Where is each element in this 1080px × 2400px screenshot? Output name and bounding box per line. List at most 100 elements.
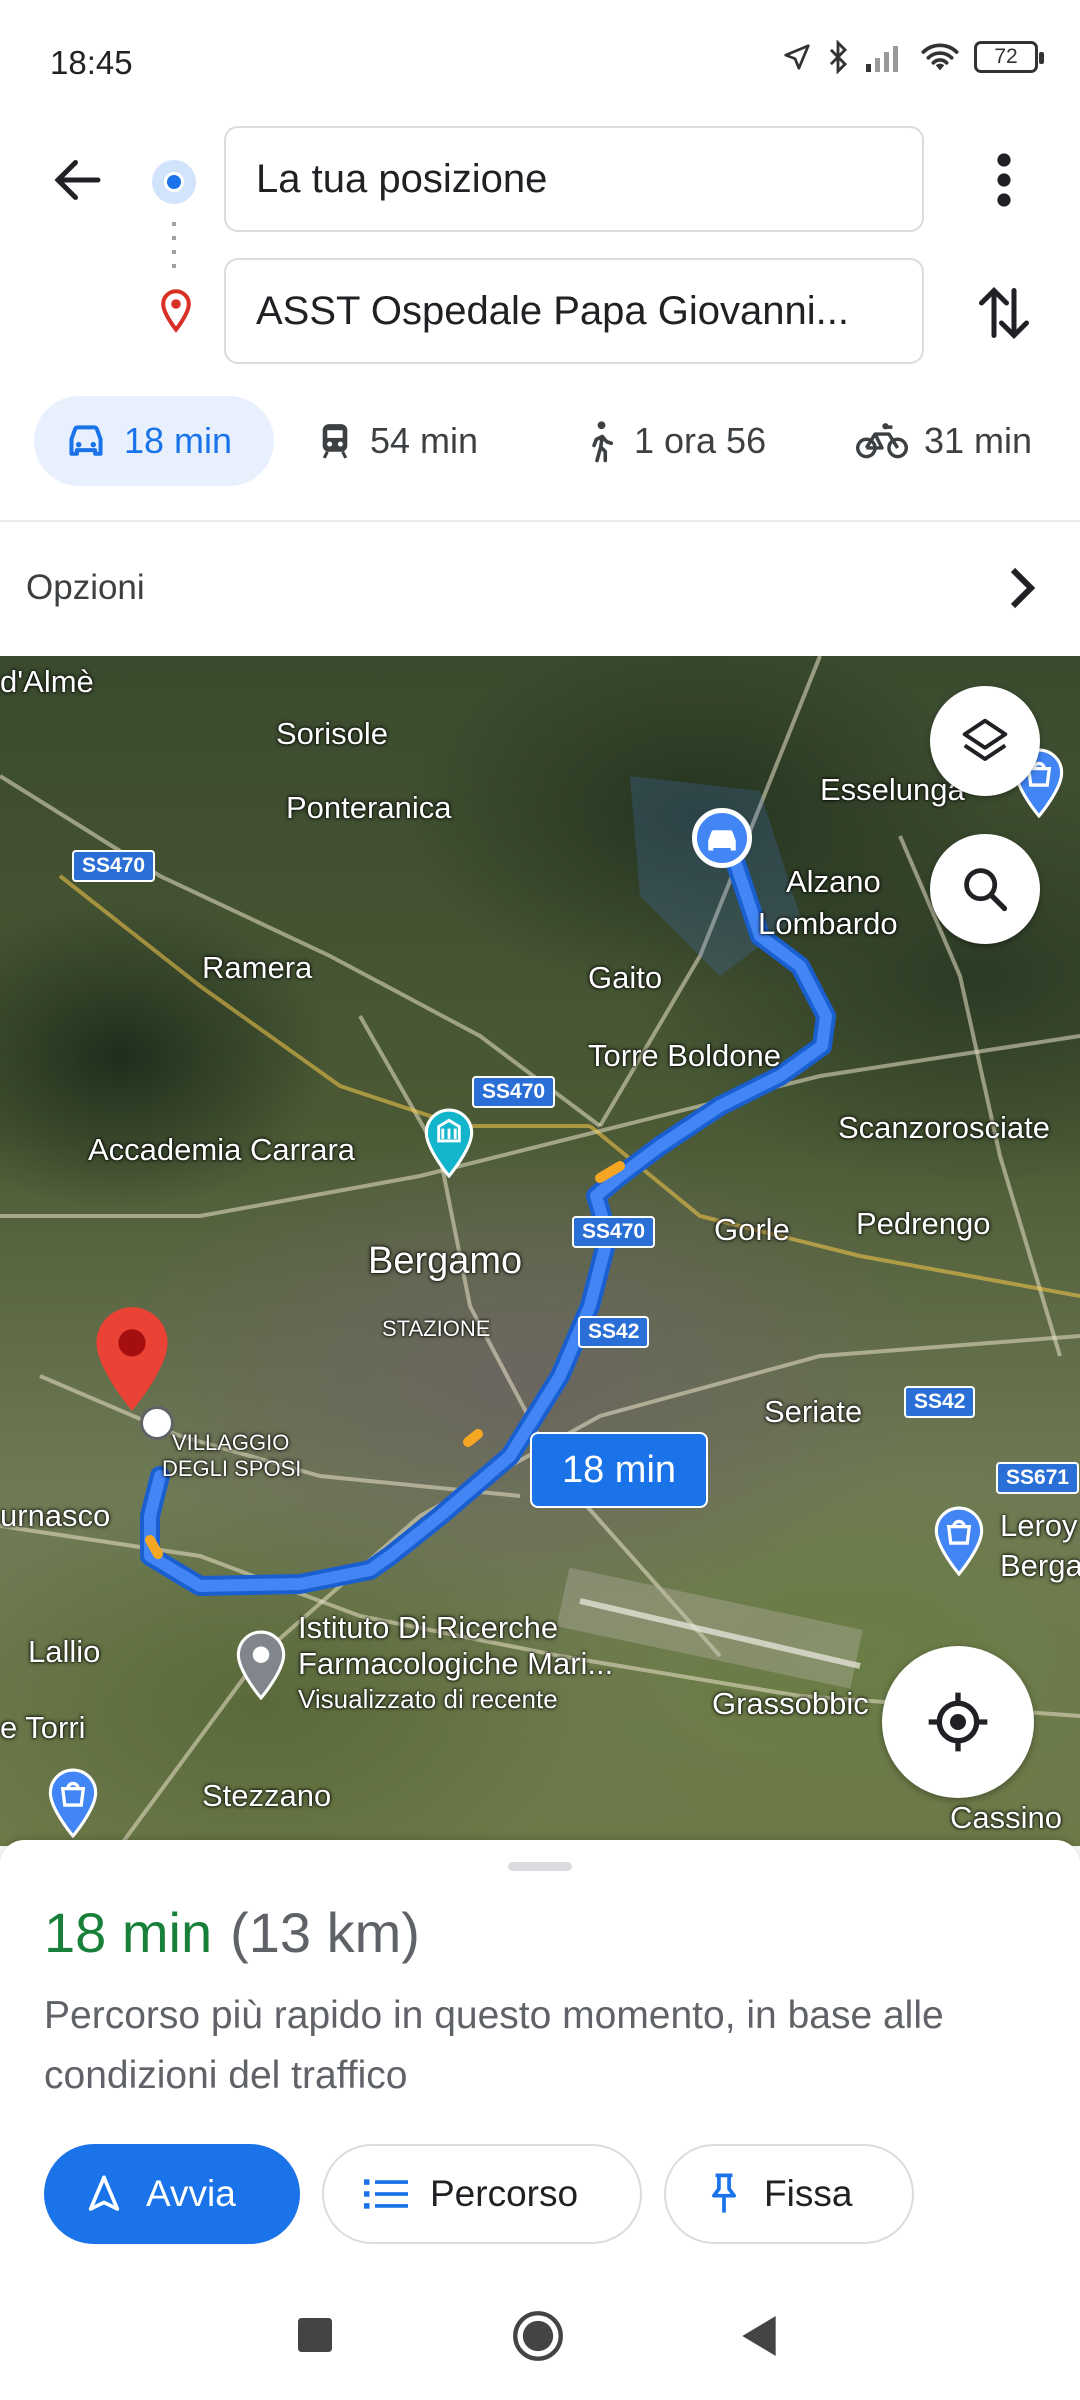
map-place-label: Lallio [28,1634,101,1669]
mode-cycling[interactable]: 31 min [856,396,1032,486]
destination-pin-icon [161,289,191,333]
map-poi-sublabel: Visualizzato di recente [298,1684,558,1714]
map-place-label: Stezzano [202,1778,332,1813]
map-place-label: Lombardo [758,906,898,941]
map-view[interactable]: d'Almè Sorisole Ponteranica Esselunga Al… [0,656,1080,1846]
origin-dot-icon [152,160,196,204]
swap-icon[interactable] [974,280,1034,346]
route-description: Percorso più rapido in questo momento, i… [44,1994,944,2097]
map-place-label: Accademia Carrara [88,1132,356,1167]
more-options-icon[interactable] [984,150,1024,210]
map-place-label: Leroy [1000,1508,1078,1543]
mode-driving[interactable]: 18 min [34,396,274,486]
map-place-label: STAZIONE [382,1316,491,1341]
start-button[interactable]: Avvia [44,2144,300,2244]
road-shield: SS42 [904,1386,976,1418]
map-place-label: Cassino [950,1800,1062,1835]
steps-button[interactable]: Percorso [322,2144,642,2244]
location-arrow-icon [784,44,810,70]
route-details-sheet: 18 min (13 km) Percorso più rapido in que… [0,1840,1080,2272]
options-row[interactable]: Opzioni [0,522,1080,656]
map-poi-label: Istituto Di Ricerche [298,1610,559,1645]
origin-input[interactable]: La tua posizione [224,126,924,232]
map-place-label: Gaito [588,960,663,995]
mode-driving-label: 18 min [124,420,233,461]
map-place-label: Torre Boldone [588,1038,782,1073]
map-place-label: VILLAGGIO [172,1430,290,1455]
mode-walking[interactable]: 1 ora 56 [582,396,766,486]
route-distance: (13 km) [230,1901,420,1964]
home-icon[interactable] [512,2310,564,2362]
map-place-label: Grassobbic [712,1686,869,1721]
car-origin-icon [692,808,752,868]
map-place-label: DEGLI SPOSI [162,1456,302,1481]
route-connector [172,222,176,268]
travel-modes: 18 min 54 min 1 ora 56 31 min [0,396,1080,492]
destination-dot [140,1406,174,1440]
search-button[interactable] [930,834,1040,944]
map-place-label: d'Almè [0,664,94,699]
road-shield: SS470 [472,1076,556,1108]
mode-walking-label: 1 ora 56 [634,420,767,461]
road-shield: SS470 [72,850,156,882]
map-place-label: e Torri [0,1710,86,1745]
options-label: Opzioni [26,568,145,607]
recent-place-pin-icon[interactable] [236,1630,286,1700]
recents-icon[interactable] [298,2318,332,2352]
bluetooth-icon [829,40,848,74]
map-place-label: Sorisole [276,716,388,751]
route-time-badge[interactable]: 18 min [530,1432,708,1508]
map-place-label: Seriate [764,1394,863,1429]
signal-icon [866,46,898,72]
map-place-label: Ramera [202,950,313,985]
layers-icon [962,718,1008,762]
map-place-label: Alzano [786,864,881,899]
destination-marker-icon[interactable] [92,1304,172,1414]
train-icon [322,424,348,459]
system-nav-bar [0,2272,1080,2400]
status-icons: 72 [782,40,1044,74]
destination-input[interactable]: ASST Ospedale Papa Giovanni... [224,258,924,364]
road-shield: SS470 [572,1216,656,1248]
road-shield: SS671 [996,1462,1080,1494]
status-bar: 18:45 72 [0,0,1080,120]
chevron-right-icon [1010,567,1036,609]
mode-transit[interactable]: 54 min [316,396,478,486]
mode-cycling-label: 31 min [924,420,1033,461]
museum-pin-icon[interactable] [424,1108,474,1178]
back-icon[interactable] [740,2316,778,2356]
navigation-arrow-icon [88,2175,120,2211]
sheet-drag-handle[interactable] [508,1862,572,1871]
car-icon [69,425,103,456]
pin-button[interactable]: Fissa [664,2144,914,2244]
mode-transit-label: 54 min [370,420,479,461]
my-location-button[interactable] [882,1646,1034,1798]
map-place-label: Scanzorosciate [838,1110,1050,1145]
map-poi-label: Farmacologiche Mari... [298,1646,614,1681]
search-icon [964,868,1008,912]
back-arrow-icon[interactable] [48,150,108,210]
list-icon [364,2179,408,2209]
map-place-label: urnasco [0,1498,111,1533]
my-location-icon [928,1692,988,1752]
start-label: Avvia [146,2173,236,2214]
layers-button[interactable] [930,686,1040,796]
road-shield: SS42 [578,1316,650,1348]
shopping-pin-icon[interactable] [48,1768,98,1838]
walk-icon [592,421,614,463]
pin-label: Fissa [764,2173,853,2214]
map-city-label: Bergamo [368,1240,523,1282]
bike-icon [856,423,908,459]
status-time: 18:45 [50,44,133,81]
route-duration: 18 min [44,1901,213,1964]
steps-label: Percorso [430,2173,579,2214]
map-place-label: Pedrengo [856,1206,991,1241]
wifi-icon [921,43,959,71]
shopping-pin-icon[interactable] [934,1506,984,1576]
battery-icon: 72 [974,41,1044,73]
map-place-label: Ponteranica [286,790,452,825]
route-summary: 18 min (13 km) [44,1900,420,1965]
pin-icon [711,2173,737,2213]
map-place-label: Berga [1000,1548,1080,1583]
map-place-label: Gorle [714,1212,790,1247]
